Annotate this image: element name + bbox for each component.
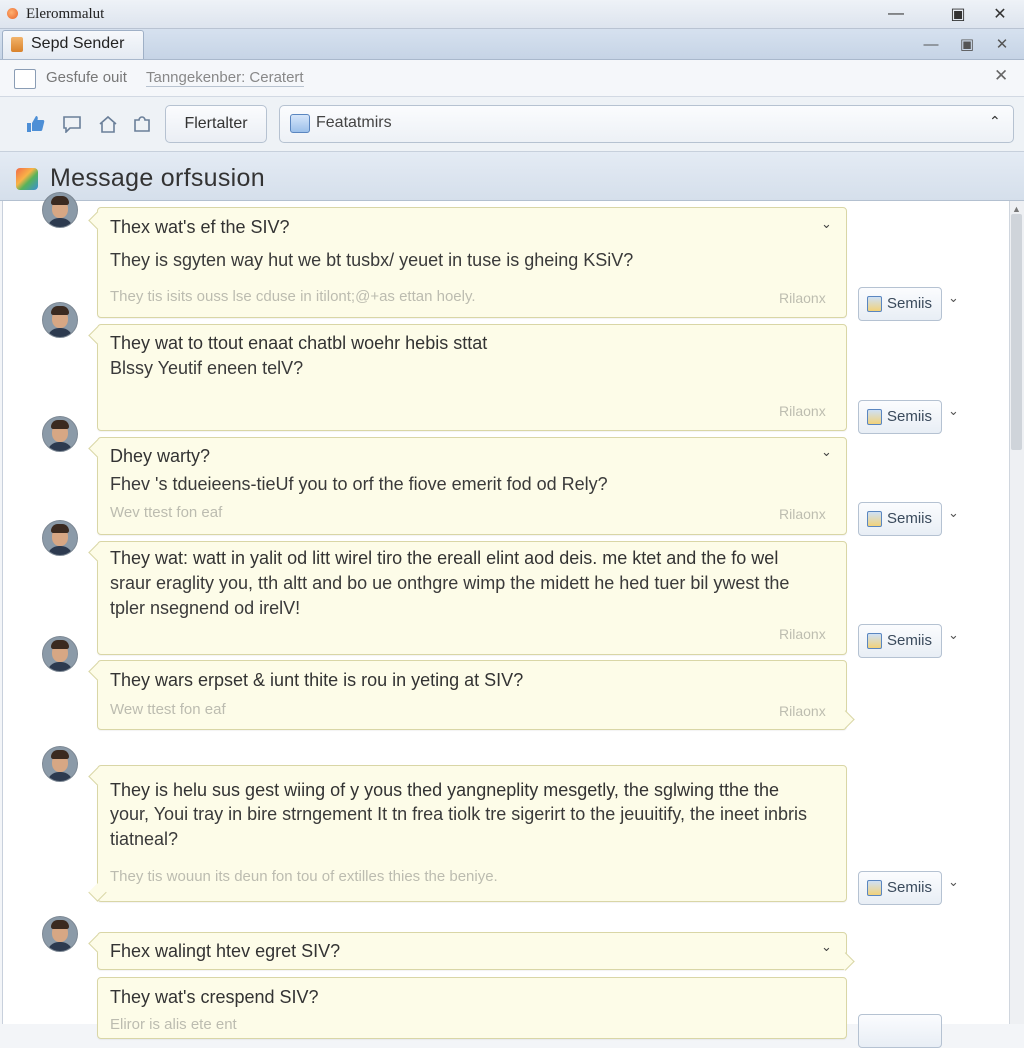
thumbs-up-icon[interactable] (24, 114, 46, 134)
message-meta: Rilaonx (779, 703, 826, 719)
message-bubble[interactable]: Thex wat's ef the SIV? ⌄ They is sgyten … (88, 207, 847, 318)
message-body-line: sraur eraglity you, tth altt and bo ue o… (110, 573, 790, 593)
scroll-up-icon[interactable]: ▲ (1012, 204, 1021, 214)
address-prefix: Gesfufe ouit (46, 69, 127, 86)
chevron-down-icon[interactable]: ⌄ (948, 403, 959, 419)
send-label: Semiis (887, 632, 933, 649)
message-footnote: They tis isits ouss lse cduse in itilont… (110, 288, 476, 305)
send-button[interactable]: Semiis (858, 287, 942, 321)
message-footnote: They tis wouun its deun fon tou of extil… (110, 868, 498, 885)
tab-send-sender[interactable]: Sepd Sender (2, 30, 144, 59)
message-body-line: Fhev 's tdueieens-tieUf you to orf the f… (110, 474, 608, 494)
window-title-bar (0, 0, 1024, 29)
message-meta: Rilaonx (779, 290, 826, 306)
chevron-down-icon[interactable]: ⌄ (821, 216, 832, 232)
send-icon (867, 409, 882, 425)
message-title: Fhex walingt htev egret SIV? (110, 941, 341, 961)
chevron-down-icon[interactable]: ⌄ (948, 290, 959, 306)
tab-minimize-button[interactable]: — (918, 33, 944, 55)
avatar[interactable] (42, 916, 78, 952)
tab-strip (0, 29, 1024, 60)
send-icon (867, 633, 882, 649)
message-title: They is helu sus gest wiing of y yous th… (110, 780, 780, 800)
message-bubble[interactable]: They wat to ttout enaat chatbl woehr heb… (88, 324, 847, 431)
app-icon (7, 8, 18, 19)
message-bubble[interactable]: They wat: watt in yalit od litt wirel ti… (88, 541, 847, 655)
close-icon[interactable]: ✕ (994, 66, 1008, 86)
window-title: Elerommalut (26, 6, 105, 22)
feature-select-label: Featatmirs (316, 114, 392, 131)
tab-label: Sepd Sender (31, 35, 125, 52)
message-bubble[interactable]: They is helu sus gest wiing of y yous th… (88, 765, 847, 902)
message-title: They wat: watt in yalit od litt wirel ti… (110, 548, 779, 568)
puzzle-icon[interactable] (131, 114, 153, 134)
chevron-down-icon[interactable]: ⌄ (948, 627, 959, 643)
chat-bubble-icon[interactable] (61, 114, 83, 134)
chevron-down-icon[interactable]: ⌄ (821, 444, 832, 460)
message-title: They wat to ttout enaat chatbl woehr heb… (110, 333, 488, 353)
message-title: Dhey warty? (110, 446, 211, 466)
message-footnote: Wew ttest fon eaf (110, 701, 226, 718)
message-title: Thex wat's ef the SIV? (110, 217, 290, 237)
page-title: Message orfsusion (50, 164, 265, 192)
message-title: They wat's crespend SIV? (110, 987, 319, 1007)
maximize-button[interactable]: ▣ (944, 3, 972, 25)
tab-restore-button[interactable]: ▣ (954, 33, 980, 55)
messages-icon (16, 168, 38, 190)
close-button[interactable]: ✕ (986, 3, 1014, 25)
avatar[interactable] (42, 192, 78, 228)
home-icon[interactable] (97, 114, 119, 134)
send-label: Semiis (887, 510, 933, 527)
send-button[interactable]: Semiis (858, 871, 942, 905)
message-body-line: tpler nsegnend od irelV! (110, 598, 301, 618)
send-icon (867, 880, 882, 896)
send-label: Semiis (887, 879, 933, 896)
avatar[interactable] (42, 416, 78, 452)
chevron-up-icon[interactable]: ⌃ (989, 113, 1001, 130)
send-button[interactable]: Semiis (858, 624, 942, 658)
chevron-down-icon[interactable]: ⌄ (948, 874, 959, 890)
message-bubble[interactable]: Dhey warty? ⌄ Fhev 's tdueieens-tieUf yo… (88, 437, 847, 535)
chevron-down-icon[interactable]: ⌄ (948, 505, 959, 521)
page-icon (14, 69, 36, 89)
message-body-line: They is sgyten way hut we bt tusbx/ yeue… (110, 250, 634, 270)
message-footnote: Wev ttest fon eaf (110, 504, 223, 521)
document-icon (11, 37, 23, 52)
message-bubble[interactable]: They wat's crespend SIV? Eliror is alis … (97, 977, 847, 1039)
message-title: They wars erpset & iunt thite is rou in … (110, 670, 524, 690)
send-label: Semiis (887, 295, 933, 312)
avatar[interactable] (42, 636, 78, 672)
message-footnote: Eliror is alis ete ent (110, 1016, 237, 1033)
send-button[interactable] (858, 1014, 942, 1048)
avatar[interactable] (42, 746, 78, 782)
image-icon (290, 114, 310, 133)
filter-button[interactable]: Flertalter (165, 105, 267, 143)
send-button[interactable]: Semiis (858, 400, 942, 434)
message-body-line: Blssy Yeutif eneen telV? (110, 358, 304, 378)
send-icon (867, 296, 882, 312)
message-meta: Rilaonx (779, 506, 826, 522)
send-icon (867, 511, 882, 527)
message-bubble[interactable]: Fhex walingt htev egret SIV? ⌄ (88, 932, 855, 971)
message-meta: Rilaonx (779, 626, 826, 642)
message-bubble[interactable]: They wars erpset & iunt thite is rou in … (88, 660, 855, 730)
send-label: Semiis (887, 408, 933, 425)
message-body-line: your, Youi tray in bire strngement It tn… (110, 804, 808, 824)
avatar[interactable] (42, 520, 78, 556)
address-input[interactable]: Tanngekenber: Ceratert (146, 69, 304, 87)
message-body-line: tiatneal? (110, 829, 179, 849)
message-meta: Rilaonx (779, 403, 826, 419)
minimize-button[interactable]: — (882, 3, 910, 25)
send-button[interactable]: Semiis (858, 502, 942, 536)
chevron-down-icon[interactable]: ⌄ (821, 939, 832, 955)
scrollbar-thumb[interactable] (1011, 214, 1022, 450)
avatar[interactable] (42, 302, 78, 338)
tab-close-button[interactable]: ✕ (989, 33, 1015, 55)
